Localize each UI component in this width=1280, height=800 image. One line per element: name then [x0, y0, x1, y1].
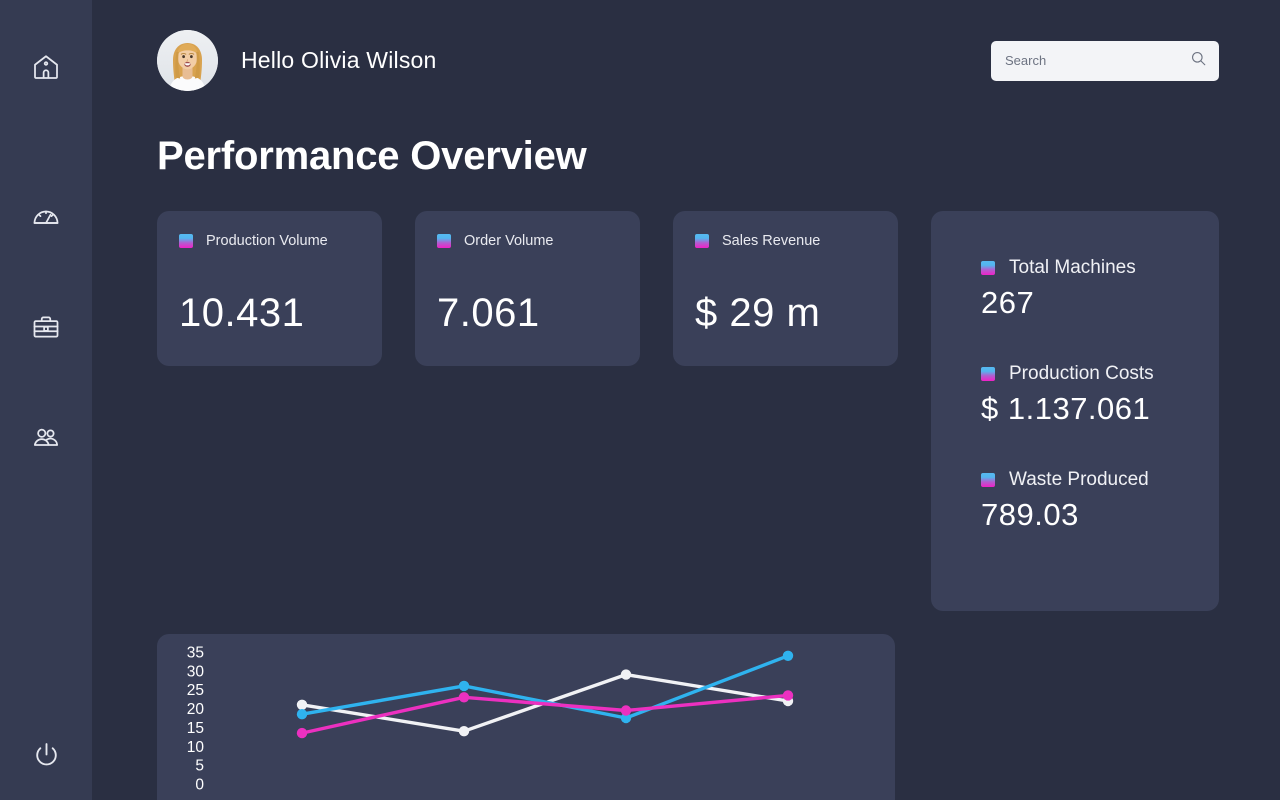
stat-value: $ 1.137.061 [981, 391, 1219, 427]
y-axis-tick: 0 [195, 777, 204, 794]
kpi-label: Production Volume [206, 233, 328, 249]
legend-swatch-icon [437, 234, 451, 248]
gauge-icon [31, 201, 61, 231]
kpi-header: Production Volume [179, 233, 360, 249]
dashboard-root: Hello Olivia Wilson Performance Overview [0, 0, 1280, 800]
search-input[interactable] [1005, 53, 1190, 68]
kpi-label: Sales Revenue [722, 233, 820, 249]
line-series [297, 690, 793, 738]
line-chart-row: 35302520151050Quarter 1Quarter 2Quarter … [157, 634, 1219, 800]
kpi-card-production-volume[interactable]: Production Volume 10.431 [157, 211, 382, 366]
sidebar-item-dashboard[interactable] [23, 193, 69, 239]
users-icon [31, 423, 61, 453]
y-axis-tick: 5 [195, 758, 204, 775]
sidebar [0, 0, 92, 800]
stat-value: 789.03 [981, 497, 1219, 533]
stat-waste-produced: Waste Produced 789.03 [931, 469, 1219, 533]
search-box[interactable] [991, 41, 1219, 81]
avatar[interactable] [157, 30, 218, 91]
home-icon [31, 52, 61, 82]
data-point [459, 692, 469, 702]
y-axis-tick: 35 [187, 645, 204, 662]
legend-swatch-icon [695, 234, 709, 248]
briefcase-icon [31, 312, 61, 342]
data-point [297, 728, 307, 738]
legend-swatch-icon [179, 234, 193, 248]
stat-header: Total Machines [981, 257, 1219, 279]
kpi-card-sales-revenue[interactable]: Sales Revenue $ 29 m [673, 211, 898, 366]
quarterly-performance-line-chart: 35302520151050Quarter 1Quarter 2Quarter … [157, 634, 895, 800]
greeting-text: Hello Olivia Wilson [241, 47, 437, 74]
stat-label: Production Costs [1009, 363, 1154, 385]
data-point [621, 705, 631, 715]
stat-label: Total Machines [1009, 257, 1136, 279]
stat-value: 267 [981, 285, 1219, 321]
stat-header: Waste Produced [981, 469, 1219, 491]
data-point [297, 700, 307, 710]
legend-swatch-icon [981, 367, 995, 381]
dashboard-grid: Production Volume 10.431 Order Volume 7.… [157, 211, 1219, 800]
stat-production-costs: Production Costs $ 1.137.061 [931, 363, 1219, 427]
data-point [783, 690, 793, 700]
kpi-row: Production Volume 10.431 Order Volume 7.… [157, 211, 1219, 611]
data-point [297, 709, 307, 719]
kpi-value: 7.061 [437, 291, 618, 336]
kpi-cards: Production Volume 10.431 Order Volume 7.… [157, 211, 898, 611]
search-icon[interactable] [1190, 50, 1207, 72]
data-point [459, 681, 469, 691]
kpi-label: Order Volume [464, 233, 553, 249]
stat-header: Production Costs [981, 363, 1219, 385]
stat-total-machines: Total Machines 267 [931, 257, 1219, 321]
kpi-header: Order Volume [437, 233, 618, 249]
top-bar: Hello Olivia Wilson [157, 0, 1219, 91]
sidebar-item-power[interactable] [23, 732, 69, 778]
legend-swatch-icon [981, 261, 995, 275]
y-axis-tick: 30 [187, 663, 205, 680]
line-chart-svg: 35302520151050Quarter 1Quarter 2Quarter … [157, 634, 895, 800]
sidebar-item-work[interactable] [23, 304, 69, 350]
y-axis-tick: 10 [187, 739, 205, 756]
y-axis-tick: 15 [187, 720, 204, 737]
power-icon [31, 740, 62, 771]
kpi-card-order-volume[interactable]: Order Volume 7.061 [415, 211, 640, 366]
legend-swatch-icon [981, 473, 995, 487]
data-point [459, 726, 469, 736]
y-axis-tick: 25 [187, 682, 204, 699]
main-content: Hello Olivia Wilson Performance Overview [92, 0, 1280, 800]
kpi-value: 10.431 [179, 291, 360, 336]
sidebar-item-home[interactable] [23, 44, 69, 90]
sidebar-item-team[interactable] [23, 415, 69, 461]
kpi-header: Sales Revenue [695, 233, 876, 249]
stat-label: Waste Produced [1009, 469, 1149, 491]
kpi-value: $ 29 m [695, 291, 876, 336]
line-series [297, 651, 793, 724]
stats-card: Total Machines 267 Production Costs $ 1.… [931, 211, 1219, 611]
data-point [783, 651, 793, 661]
data-point [621, 669, 631, 679]
y-axis-tick: 20 [187, 701, 205, 718]
page-title: Performance Overview [157, 134, 1219, 179]
greeting-block: Hello Olivia Wilson [157, 30, 437, 91]
